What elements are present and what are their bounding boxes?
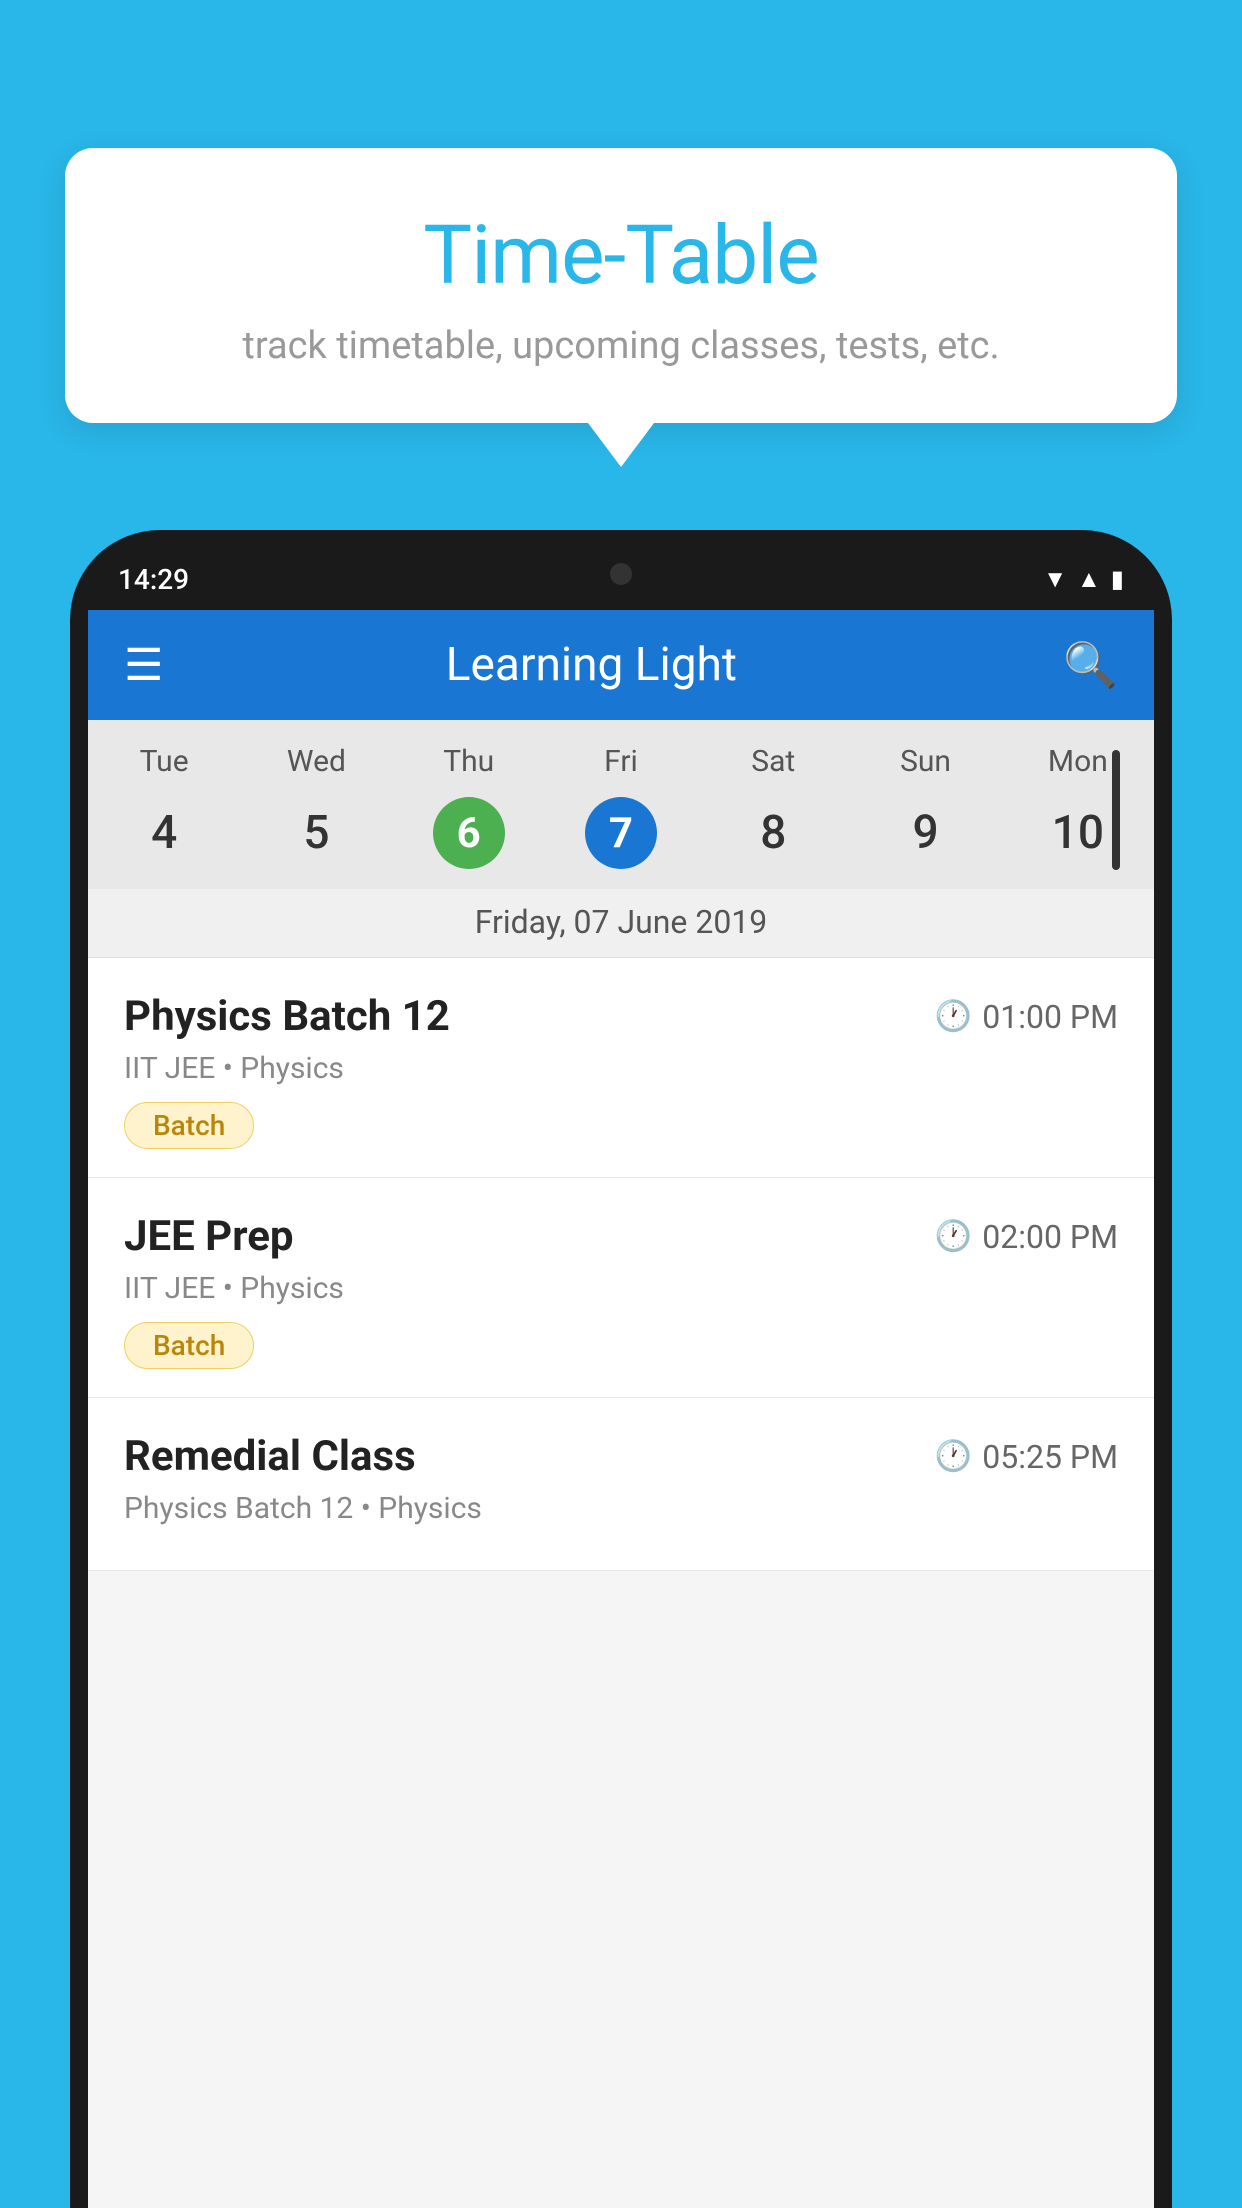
camera [610,563,632,585]
phone-frame: 14:29 ▼ ▲ ▮ ☰ Learning Light 🔍 Tue Wed T… [70,530,1172,2208]
phone-screen: ☰ Learning Light 🔍 Tue Wed Thu Fri Sat S… [88,610,1154,2208]
day-6[interactable]: 6 [393,797,545,869]
schedule-item-3[interactable]: Remedial Class 🕐 05:25 PM Physics Batch … [88,1398,1154,1571]
item-3-subtitle: Physics Batch 12 • Physics [124,1491,1118,1526]
selected-date: Friday, 07 June 2019 [88,889,1154,958]
clock-icon-1: 🕐 [935,999,972,1034]
bubble-title: Time-Table [115,208,1127,304]
day-8[interactable]: 8 [697,797,849,869]
status-icons: ▼ ▲ ▮ [1043,565,1124,594]
day-7[interactable]: 7 [545,797,697,869]
item-3-time-text: 05:25 PM [982,1438,1118,1476]
schedule-item-1[interactable]: Physics Batch 12 🕐 01:00 PM IIT JEE • Ph… [88,958,1154,1178]
bubble-subtitle: track timetable, upcoming classes, tests… [115,324,1127,368]
app-title: Learning Light [193,638,989,692]
day-numbers: 4 5 6 7 8 9 10 [88,789,1154,889]
clock-icon-3: 🕐 [935,1439,972,1474]
signal-icon: ▲ [1077,565,1101,594]
day-7-circle[interactable]: 7 [585,797,657,869]
status-time: 14:29 [118,563,189,596]
item-2-time-text: 02:00 PM [982,1218,1118,1256]
item-2-subtitle: IIT JEE • Physics [124,1271,1118,1306]
day-header-mon[interactable]: Mon [1002,744,1154,779]
item-3-title: Remedial Class [124,1432,416,1481]
app-bar: ☰ Learning Light 🔍 [88,610,1154,720]
search-icon[interactable]: 🔍 [1063,639,1118,691]
day-4[interactable]: 4 [88,797,240,869]
item-2-time: 🕐 02:00 PM [935,1218,1118,1256]
day-header-sun[interactable]: Sun [849,744,1001,779]
day-header-fri[interactable]: Fri [545,744,697,779]
battery-icon: ▮ [1111,565,1124,593]
wifi-icon: ▼ [1043,565,1067,594]
intro-card: Time-Table track timetable, upcoming cla… [65,148,1177,423]
item-2-title: JEE Prep [124,1212,294,1261]
day-header-sat[interactable]: Sat [697,744,849,779]
menu-icon[interactable]: ☰ [124,643,163,687]
item-1-title: Physics Batch 12 [124,992,450,1041]
day-header-tue[interactable]: Tue [88,744,240,779]
item-1-time-text: 01:00 PM [982,998,1118,1036]
item-3-time: 🕐 05:25 PM [935,1438,1118,1476]
power-button [1112,750,1120,870]
day-header-wed[interactable]: Wed [240,744,392,779]
item-2-tag: Batch [124,1322,254,1369]
day-6-circle[interactable]: 6 [433,797,505,869]
notch [561,548,681,600]
item-1-subtitle: IIT JEE • Physics [124,1051,1118,1086]
item-1-time: 🕐 01:00 PM [935,998,1118,1036]
day-headers: Tue Wed Thu Fri Sat Sun Mon [88,720,1154,789]
day-10[interactable]: 10 [1002,797,1154,869]
day-9[interactable]: 9 [849,797,1001,869]
item-1-tag: Batch [124,1102,254,1149]
status-bar: 14:29 ▼ ▲ ▮ [88,548,1154,610]
calendar-strip: Tue Wed Thu Fri Sat Sun Mon 4 5 6 7 8 9 … [88,720,1154,958]
schedule-list: Physics Batch 12 🕐 01:00 PM IIT JEE • Ph… [88,958,1154,1571]
schedule-item-2[interactable]: JEE Prep 🕐 02:00 PM IIT JEE • Physics Ba… [88,1178,1154,1398]
clock-icon-2: 🕐 [935,1219,972,1254]
day-5[interactable]: 5 [240,797,392,869]
day-header-thu[interactable]: Thu [393,744,545,779]
